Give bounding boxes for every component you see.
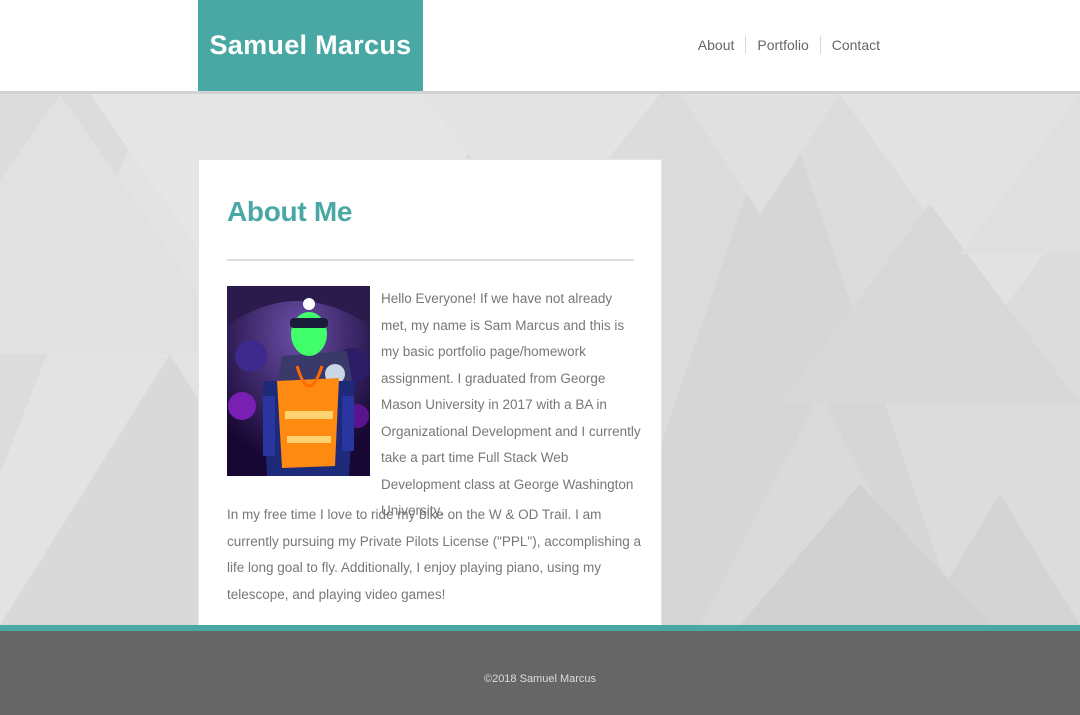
intro-paragraph: Hello Everyone! If we have not already m… (381, 291, 641, 518)
main-nav: About Portfolio Contact (698, 36, 880, 54)
hobbies-paragraph: In my free time I love to ride my bike o… (227, 507, 642, 602)
section-divider (227, 259, 634, 261)
copyright-text: ©2018 Samuel Marcus (483, 673, 597, 685)
profile-photo-image (227, 286, 370, 476)
nav-link-portfolio[interactable]: Portfolio (745, 36, 819, 54)
brand-name: Samuel Marcus (209, 30, 412, 60)
about-heading: About Me (227, 196, 353, 227)
site-footer: ©2018 Samuel Marcus (0, 625, 1080, 715)
nav-link-about[interactable]: About (698, 36, 746, 54)
brand-logo-link[interactable]: Samuel Marcus (198, 0, 423, 91)
about-card: About Me Hello Everyone! If we have not … (198, 159, 662, 625)
profile-photo (227, 286, 370, 476)
site-header: Samuel Marcus About Portfolio Contact (0, 0, 1080, 94)
nav-link-contact[interactable]: Contact (819, 36, 880, 54)
